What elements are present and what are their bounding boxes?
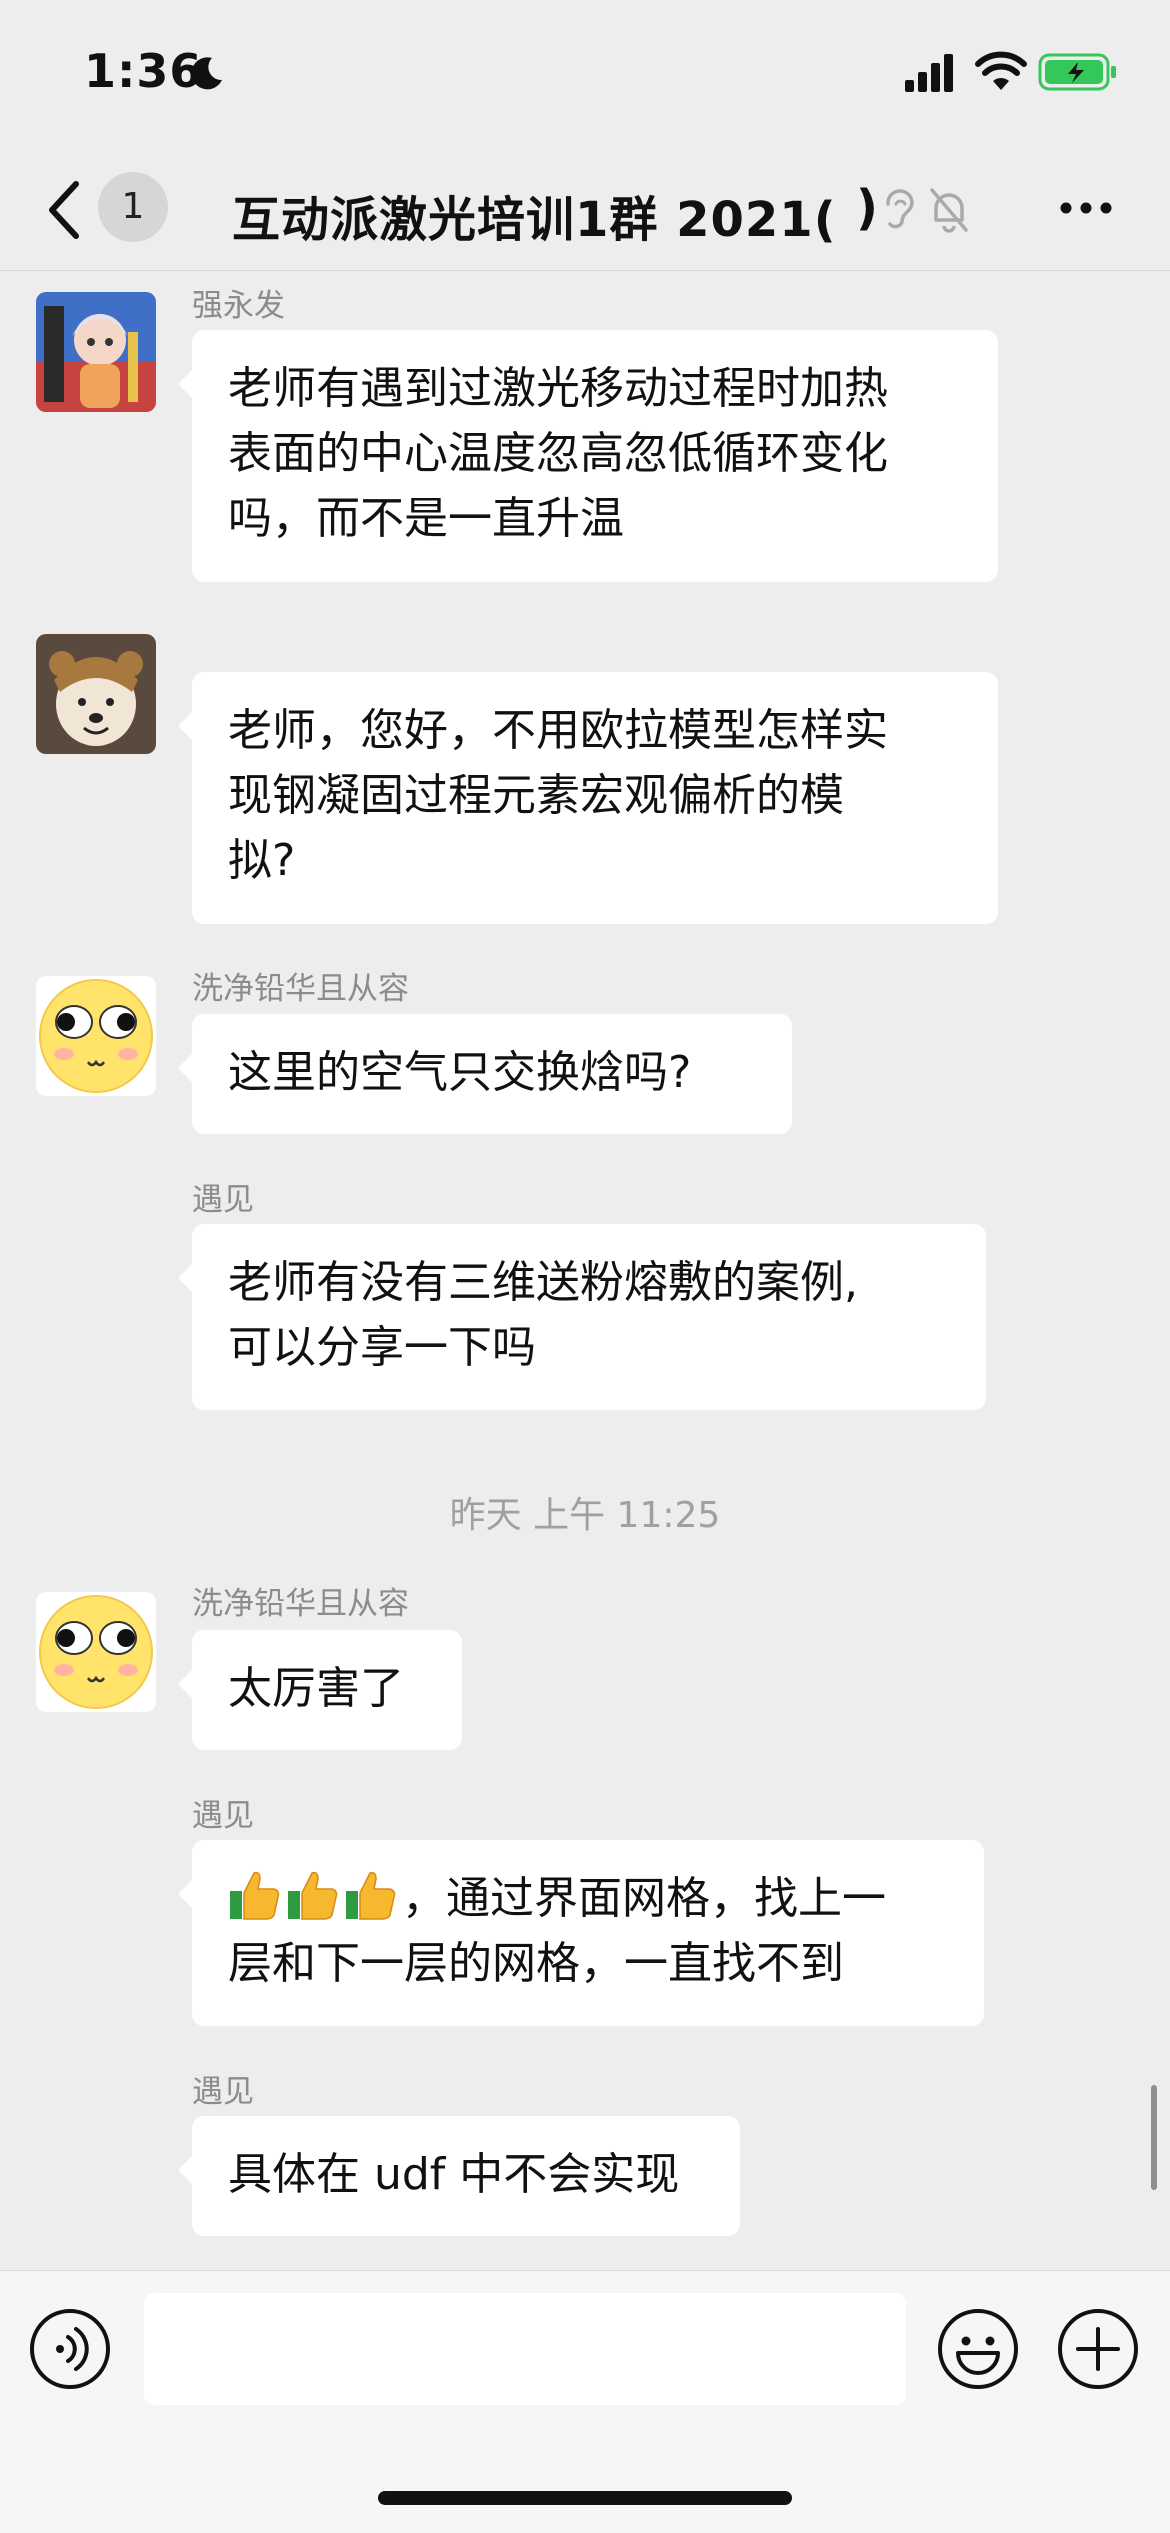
chat-title[interactable]: 互动派激光培训1群 2021( bbox=[232, 180, 837, 250]
battery-icon bbox=[1038, 53, 1116, 91]
avatar-image bbox=[36, 634, 156, 754]
back-icon[interactable] bbox=[44, 178, 84, 242]
unread-count-badge[interactable]: 1 bbox=[98, 172, 168, 242]
message-input[interactable] bbox=[144, 2293, 906, 2405]
message-bubble[interactable]: 具体在 udf 中不会实现 bbox=[178, 2116, 740, 2236]
thumbs-up-icon bbox=[230, 1871, 280, 1920]
ear-icon bbox=[886, 189, 914, 229]
mute-bell-icon bbox=[930, 188, 968, 233]
thumbs-up-icon bbox=[346, 1871, 396, 1920]
sender-name: 遇见 bbox=[192, 2074, 254, 2110]
wifi-icon bbox=[975, 51, 1027, 90]
scrollbar[interactable] bbox=[1151, 2085, 1157, 2190]
sender-name: 洗净铅华且从容 bbox=[192, 971, 409, 1007]
sender-name: 遇见 bbox=[192, 1798, 254, 1834]
message-bubble[interactable]: 老师，您好，不用欧拉模型怎样实 现钢凝固过程元素宏观偏析的模 拟? bbox=[178, 672, 998, 924]
sender-name: 强永发 bbox=[192, 288, 285, 324]
thumbs-up-icon bbox=[288, 1871, 338, 1920]
signal-icon bbox=[905, 54, 953, 92]
time-divider: 昨天 上午 11:25 bbox=[449, 1495, 721, 1536]
message-bubble[interactable]: ，通过界面网格，找上一 层和下一层的网格，一直找不到 bbox=[178, 1840, 984, 2026]
sender-name: 遇见 bbox=[192, 1182, 254, 1218]
message-bubble[interactable]: 太厉害了 bbox=[178, 1630, 462, 1750]
message-bubble[interactable]: 老师有没有三维送粉熔敷的案例, 可以分享一下吗 bbox=[178, 1224, 986, 1410]
chat-title-end: ) bbox=[856, 180, 878, 236]
avatar[interactable] bbox=[36, 976, 156, 1096]
voice-icon[interactable] bbox=[28, 2307, 112, 2391]
status-bar: 1:36 bbox=[0, 0, 1170, 150]
avatar[interactable] bbox=[36, 634, 156, 754]
avatar-image bbox=[36, 292, 156, 412]
plus-icon[interactable] bbox=[1056, 2307, 1140, 2391]
avatar-image bbox=[36, 1592, 156, 1712]
avatar[interactable] bbox=[36, 292, 156, 412]
avatar-image bbox=[36, 976, 156, 1096]
message-bubble[interactable]: 这里的空气只交换焓吗? bbox=[178, 1014, 792, 1134]
nav-bar: 1 互动派激光培训1群 2021( ) bbox=[0, 150, 1170, 271]
message-bubble[interactable]: 老师有遇到过激光移动过程时加热 表面的中心温度忽高忽低循环变化 吗，而不是一直升… bbox=[178, 330, 998, 582]
moon-icon bbox=[191, 57, 222, 90]
avatar[interactable] bbox=[36, 1592, 156, 1712]
sender-name: 洗净铅华且从容 bbox=[192, 1586, 409, 1622]
status-time: 1:36 bbox=[84, 44, 203, 98]
emoji-icon[interactable] bbox=[936, 2307, 1020, 2391]
home-indicator bbox=[378, 2491, 792, 2505]
more-icon[interactable] bbox=[1058, 200, 1114, 216]
